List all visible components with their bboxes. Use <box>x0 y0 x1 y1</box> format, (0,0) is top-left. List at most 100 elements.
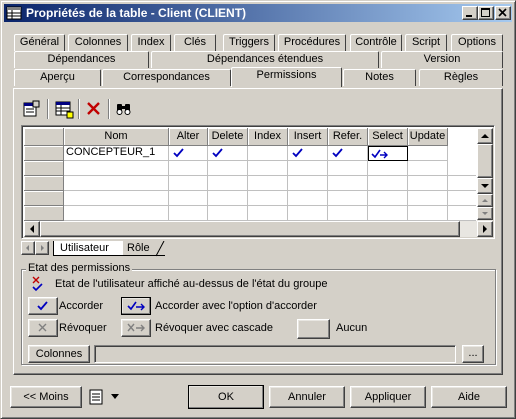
scroll-right-button[interactable] <box>477 221 493 237</box>
window-title: Propriétés de la table - Client (CLIENT) <box>26 6 247 20</box>
tab-procedures[interactable]: Procédures <box>278 34 346 51</box>
row-header[interactable] <box>24 176 64 191</box>
horizontal-scrollbar[interactable] <box>24 221 493 237</box>
column-header-delete[interactable]: Delete <box>208 128 248 146</box>
tab-label: Procédures <box>283 36 341 48</box>
colonnes-field <box>94 345 456 363</box>
delete-icon[interactable] <box>84 99 104 119</box>
toolbar-separator <box>47 99 48 119</box>
cell-alter[interactable] <box>169 146 208 161</box>
minimize-icon <box>466 15 472 17</box>
column-header-select[interactable]: Select <box>368 128 408 146</box>
tab-permissions[interactable]: Permissions <box>231 67 342 87</box>
column-header-nom[interactable]: Nom <box>64 128 169 146</box>
checkmark-icon <box>332 148 343 158</box>
subtab-utilisateur[interactable]: Utilisateur <box>53 241 123 256</box>
vertical-scrollbar[interactable] <box>477 128 493 221</box>
accorder-legend-button[interactable] <box>28 297 58 315</box>
arrow-left-icon <box>26 245 29 251</box>
find-icon[interactable] <box>114 99 134 119</box>
tab-version[interactable]: Version <box>381 51 503 68</box>
cell-update[interactable] <box>408 146 448 161</box>
group-title: Etat des permissions <box>26 262 133 274</box>
cell-refer[interactable] <box>328 146 368 161</box>
tab-index[interactable]: Index <box>131 34 171 51</box>
tab-script[interactable]: Script <box>405 34 447 51</box>
arrow-right-icon <box>483 225 487 233</box>
scroll-left-button[interactable] <box>24 221 40 237</box>
scroll-thumb[interactable] <box>477 144 493 178</box>
tab-cles[interactable]: Clés <box>174 34 216 51</box>
row-header[interactable] <box>24 146 64 161</box>
tab-dependances-etendues[interactable]: Dépendances étendues <box>151 51 379 68</box>
scroll-down-button[interactable] <box>477 178 493 194</box>
cell-select[interactable] <box>368 146 408 161</box>
tab-label: Options <box>458 36 496 48</box>
cell-delete[interactable] <box>208 146 248 161</box>
properties-dialog: Propriétés de la table - Client (CLIENT)… <box>0 0 516 419</box>
tab-general[interactable]: Général <box>14 34 65 51</box>
revoquer-cascade-legend-button[interactable] <box>121 319 151 337</box>
maximize-icon <box>481 8 490 17</box>
subtab-scroll-left[interactable] <box>21 241 35 255</box>
row-header[interactable] <box>24 191 64 206</box>
arrow-up-icon <box>481 134 489 138</box>
add-rows-icon[interactable] <box>54 99 74 119</box>
browse-label: ... <box>468 347 478 359</box>
tab-options[interactable]: Options <box>451 34 503 51</box>
aucun-legend-button[interactable] <box>297 319 330 339</box>
move-down-button[interactable] <box>477 207 493 220</box>
tab-colonnes[interactable]: Colonnes <box>68 34 128 51</box>
dropdown-arrow-icon <box>111 394 119 399</box>
cell-insert[interactable] <box>288 146 328 161</box>
maximize-button[interactable] <box>478 6 494 20</box>
move-up-button[interactable] <box>477 194 493 207</box>
accorder-option-legend-button[interactable] <box>121 297 151 315</box>
column-header-update[interactable]: Update <box>408 128 448 146</box>
tab-notes[interactable]: Notes <box>343 69 416 86</box>
column-header-label: Alter <box>176 130 200 142</box>
subtab-scroll-right[interactable] <box>35 241 49 255</box>
aide-button[interactable]: Aide <box>431 386 507 408</box>
tab-label: Correspondances <box>123 71 210 83</box>
revoquer-cascade-label: Révoquer avec cascade <box>155 322 274 334</box>
annuler-label: Annuler <box>288 391 326 403</box>
revoquer-legend-button[interactable] <box>28 319 58 337</box>
column-header-insert[interactable]: Insert <box>288 128 328 146</box>
revoquer-label: Révoquer <box>59 322 107 334</box>
cell-index[interactable] <box>248 146 288 161</box>
column-header-alter[interactable]: Alter <box>169 128 208 146</box>
ok-button[interactable]: OK <box>188 385 264 409</box>
minimize-button[interactable] <box>462 6 478 20</box>
properties-icon[interactable] <box>22 99 42 119</box>
appliquer-button[interactable]: Appliquer <box>350 386 426 408</box>
colonnes-browse-button[interactable]: ... <box>462 345 484 363</box>
annuler-button[interactable]: Annuler <box>269 386 345 408</box>
close-button[interactable] <box>495 6 511 20</box>
moins-button[interactable]: << Moins <box>10 386 82 408</box>
row-header[interactable] <box>24 161 64 176</box>
row-header[interactable] <box>24 206 64 221</box>
column-header-label: Update <box>409 130 446 142</box>
tab-apercu[interactable]: Aperçu <box>14 69 101 86</box>
tab-controle[interactable]: Contrôle <box>350 34 402 51</box>
scroll-up-button[interactable] <box>477 128 493 144</box>
accorder-option-label: Accorder avec l'option d'accorder <box>155 300 317 312</box>
tab-dependances[interactable]: Dépendances <box>14 51 149 68</box>
column-header-index[interactable]: Index <box>248 128 288 146</box>
tab-triggers[interactable]: Triggers <box>223 34 275 51</box>
cell-nom[interactable]: CONCEPTEUR_1 <box>64 146 169 161</box>
empty-rows[interactable] <box>64 161 476 221</box>
title-bar[interactable]: Propriétés de la table - Client (CLIENT) <box>4 4 512 22</box>
list-menu-icon <box>89 389 103 405</box>
subtab-label: Utilisateur <box>60 242 109 254</box>
scroll-thumb[interactable] <box>40 221 460 237</box>
colonnes-button[interactable]: Colonnes <box>28 345 90 363</box>
tab-correspondances[interactable]: Correspondances <box>102 69 231 86</box>
tab-regles[interactable]: Règles <box>419 69 503 86</box>
permissions-grid[interactable]: Nom Alter Delete Index Insert Refer. Sel… <box>21 125 495 239</box>
grant-with-option-icon <box>127 301 145 311</box>
column-header-refer[interactable]: Refer. <box>328 128 368 146</box>
close-icon <box>498 8 507 17</box>
menu-dropdown[interactable] <box>88 388 124 406</box>
